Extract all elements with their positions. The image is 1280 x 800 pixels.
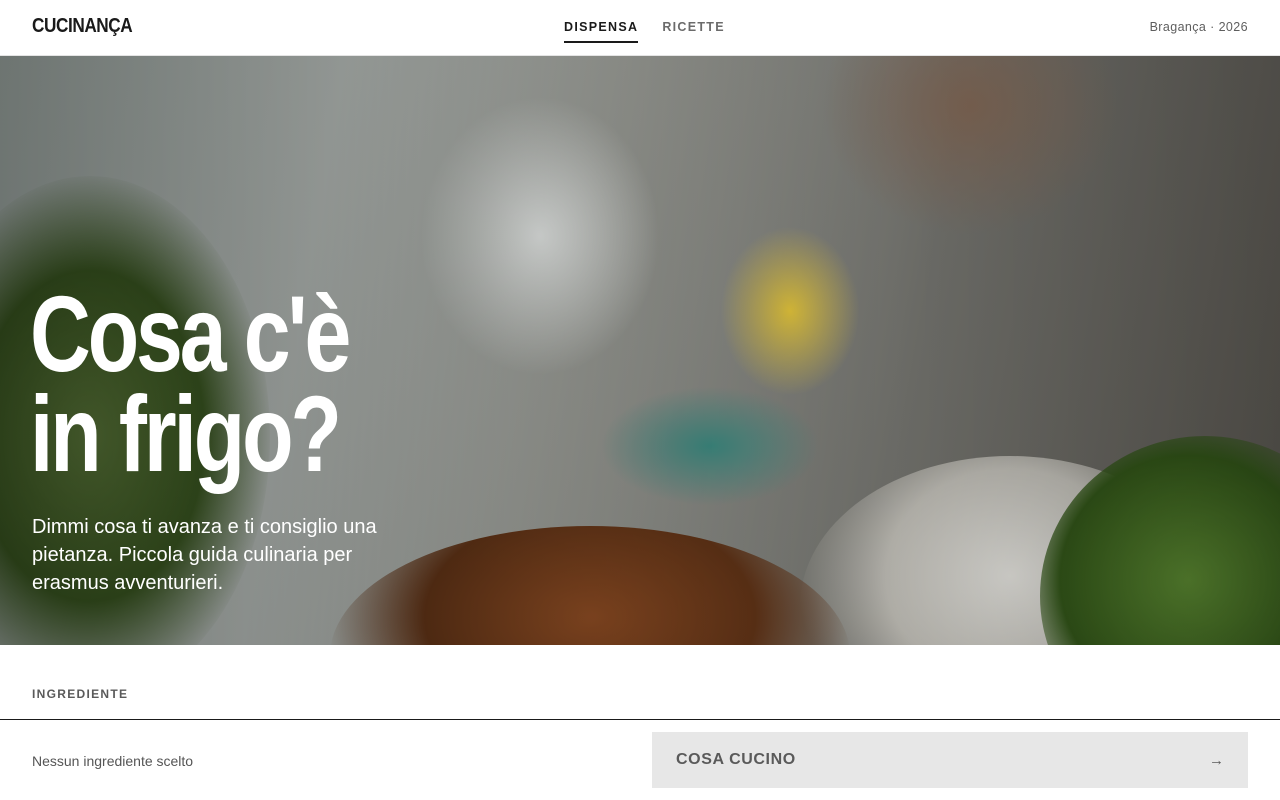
main-nav: DISPENSA RICETTE xyxy=(564,0,749,56)
hero-headline-line: in frigo? xyxy=(30,373,342,494)
cook-button[interactable]: COSA CUCINO → xyxy=(652,732,1248,788)
arrow-right-icon: → xyxy=(1209,751,1224,769)
hero-banner: Cosa c'è in frigo? Dimmi cosa ti avanza … xyxy=(0,56,1280,645)
hero-subtitle: Dimmi cosa ti avanza e ti consiglio una … xyxy=(32,516,377,594)
tab-dispensa[interactable]: DISPENSA xyxy=(564,0,639,56)
location-label: Bragança · 2026 xyxy=(1149,20,1248,34)
tab-ricette[interactable]: RICETTE xyxy=(662,0,725,56)
cook-button-label: COSA CUCINO xyxy=(676,751,796,768)
hero-headline-line: Cosa c'è xyxy=(30,273,351,394)
action-bar: Nessun ingrediente scelto COSA CUCINO → xyxy=(0,719,1280,800)
top-bar: CUCINANÇA DISPENSA RICETTE Bragança · 20… xyxy=(0,0,1280,56)
selection-status: Nessun ingrediente scelto xyxy=(32,753,194,769)
ingredient-section-label: INGREDIENTE xyxy=(32,687,129,701)
hero-headline: Cosa c'è in frigo? xyxy=(30,273,351,494)
logo[interactable]: CUCINANÇA xyxy=(32,15,133,38)
